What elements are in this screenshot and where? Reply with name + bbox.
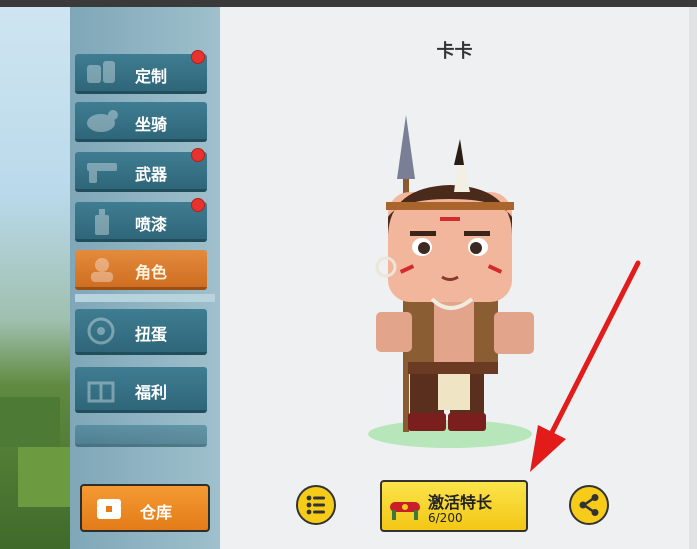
notification-badge (191, 148, 205, 162)
activate-progress: 6/200 (428, 511, 463, 525)
list-button[interactable] (296, 485, 336, 525)
warehouse-label: 仓库 (140, 503, 173, 522)
specialty-icon (390, 502, 420, 520)
sidebar-divider (75, 294, 215, 302)
sidebar-item-spray-paint[interactable]: 喷漆 (75, 198, 207, 242)
activate-specialty-button[interactable]: 激活特长 6/200 (380, 480, 528, 532)
mount-icon (87, 110, 118, 132)
sidebar-item-label: 武器 (135, 165, 168, 184)
top-edge (0, 0, 697, 7)
character-name: 卡卡 (436, 41, 473, 62)
share-button[interactable] (569, 485, 609, 525)
notification-badge (191, 198, 205, 212)
notification-badge (191, 50, 205, 64)
sidebar-item-label: 喷漆 (135, 215, 168, 234)
sidebar-item-customize[interactable]: 定制 (75, 50, 207, 94)
sidebar-item-label: 福利 (135, 383, 168, 402)
activate-label: 激活特长 (428, 493, 493, 512)
sidebar-item-mount[interactable]: 坐骑 (75, 102, 207, 142)
panel-edge (689, 7, 697, 549)
warehouse-button[interactable]: 仓库 (80, 484, 210, 532)
sidebar-item-label: 定制 (135, 67, 168, 86)
category-sidebar: 定制 坐骑 武器 喷漆 角色 扭蛋 福利 仓库 (70, 7, 220, 549)
gacha-icon (87, 317, 115, 345)
sidebar-item-welfare[interactable]: 福利 (75, 367, 207, 413)
sidebar-item-weapon[interactable]: 武器 (75, 148, 207, 192)
sidebar-item-gacha[interactable]: 扭蛋 (75, 309, 207, 355)
customize-icon (87, 61, 115, 83)
character-panel: 卡卡 激活特长 6/200 (220, 7, 689, 549)
treasure-chest-icon (97, 499, 121, 519)
sidebar-item-label: 坐骑 (135, 115, 168, 134)
sidebar-item-label: 扭蛋 (135, 325, 168, 344)
spray-paint-icon (95, 209, 109, 235)
character-icon (91, 258, 113, 282)
red-pointer-arrow (530, 260, 641, 472)
list-icon (306, 495, 325, 515)
game-world-background (0, 7, 80, 549)
sidebar-item-label: 角色 (135, 263, 168, 282)
sidebar-item-more[interactable] (75, 425, 207, 447)
grass-block (0, 397, 60, 447)
sidebar-item-character[interactable]: 角色 (75, 250, 207, 290)
gift-icon (87, 381, 115, 403)
share-icon (579, 494, 599, 516)
weapon-icon (87, 163, 117, 183)
